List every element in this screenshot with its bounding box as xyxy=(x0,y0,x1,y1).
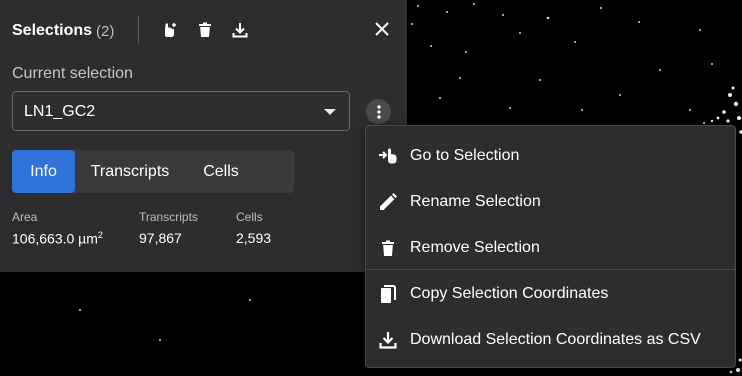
current-selection-label: Current selection xyxy=(12,65,133,82)
selection-count: (2) xyxy=(96,22,115,40)
stat-cells-label: Cells xyxy=(236,210,263,224)
stat-transcripts-label: Transcripts xyxy=(139,210,198,224)
menu-item-copy-coordinates[interactable]: Copy Selection Coordinates xyxy=(366,272,735,316)
selection-context-menu: Go to Selection Rename Selection Remove … xyxy=(365,125,736,368)
stat-cells-value: 2,593 xyxy=(236,230,272,246)
menu-item-remove-selection[interactable]: Remove Selection xyxy=(366,226,735,270)
menu-item-rename-selection[interactable]: Rename Selection xyxy=(366,180,735,224)
go-to-icon xyxy=(378,146,398,166)
pencil-icon xyxy=(378,192,398,212)
trash-icon[interactable] xyxy=(196,21,214,39)
menu-item-label: Download Selection Coordinates as CSV xyxy=(410,331,701,348)
stat-area-label: Area xyxy=(12,210,38,224)
stat-transcripts: Transcripts 97,867 xyxy=(139,210,198,246)
selection-dropdown-value: LN1_GC2 xyxy=(24,103,96,120)
more-vertical-icon[interactable] xyxy=(366,99,391,124)
menu-item-label: Remove Selection xyxy=(410,239,540,256)
menu-item-label: Rename Selection xyxy=(410,193,541,210)
menu-item-download-csv[interactable]: Download Selection Coordinates as CSV xyxy=(366,318,735,362)
tab-cells[interactable]: Cells xyxy=(191,150,251,193)
caret-down-icon xyxy=(324,109,336,115)
pointer-add-icon[interactable] xyxy=(161,21,179,39)
panel-title: Selections xyxy=(12,22,93,39)
tab-info[interactable]: Info xyxy=(12,150,75,193)
stat-area: Area 106,663.0 µm2 xyxy=(12,210,103,247)
header-divider xyxy=(138,16,139,44)
copy-icon xyxy=(378,284,398,304)
menu-item-label: Copy Selection Coordinates xyxy=(410,285,609,302)
selections-panel: Selections (2) Current selection LN1_GC2 xyxy=(0,0,407,272)
tab-transcripts[interactable]: Transcripts xyxy=(75,150,185,193)
menu-divider xyxy=(366,269,735,270)
download-icon[interactable] xyxy=(231,21,249,39)
download-icon xyxy=(378,330,398,350)
panel-header: Selections (2) xyxy=(12,19,114,43)
close-icon[interactable] xyxy=(371,18,393,40)
panel-tabs: Info Transcripts Cells xyxy=(12,150,294,193)
stat-cells: Cells 2,593 xyxy=(236,210,271,246)
menu-item-label: Go to Selection xyxy=(410,147,520,164)
trash-icon xyxy=(378,238,398,258)
stat-transcripts-value: 97,867 xyxy=(139,230,182,246)
menu-item-go-to-selection[interactable]: Go to Selection xyxy=(366,134,735,178)
selection-dropdown[interactable]: LN1_GC2 xyxy=(12,91,350,131)
stat-area-value: 106,663.0 µm2 xyxy=(12,230,103,247)
